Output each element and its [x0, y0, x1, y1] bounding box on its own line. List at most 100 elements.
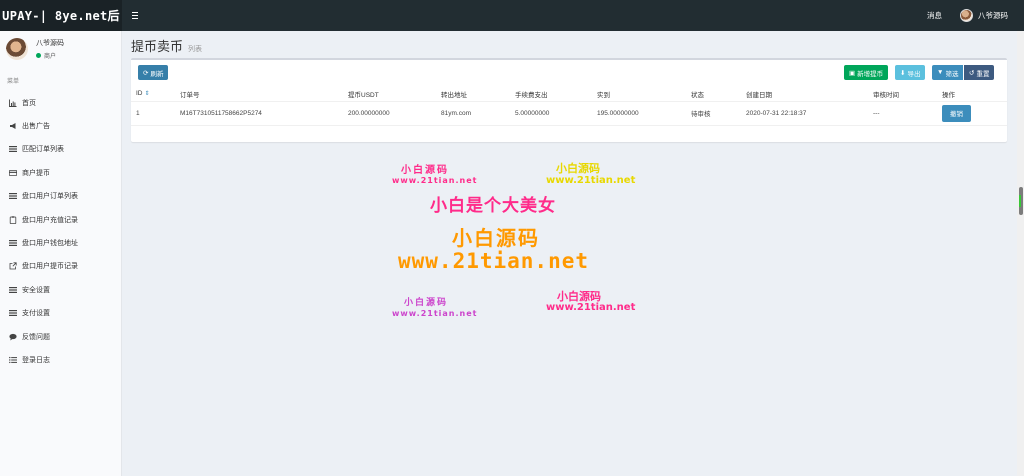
watermark-slogan: 小白是个大美女 [430, 196, 556, 216]
user-panel-name: 八爷源码 [36, 40, 64, 47]
filter-icon: ▼ [937, 69, 944, 76]
comment-icon [9, 333, 17, 341]
column-header: 状态 [686, 87, 741, 102]
save-icon: ▣ [849, 69, 856, 77]
sidebar-item-label: 匹配订单列表 [22, 146, 64, 154]
cell-created: 2020-07-31 22:18:37 [741, 101, 868, 126]
top-navbar: UPAY-| 8ye.net后 消息 八爷源码 [0, 0, 1024, 31]
sidebar-item-user-orders[interactable]: 盘口用户订单列表 [0, 185, 121, 208]
watermark-url: www.21tian.net [546, 302, 636, 313]
user-panel: 八爷源码 商户 [0, 31, 121, 67]
content-header: 提币卖币 列表 [131, 36, 202, 55]
bar-chart-icon [9, 99, 17, 107]
sidebar-item-label: 盘口用户钱包地址 [22, 240, 78, 248]
cancel-button[interactable]: 撤销 [942, 104, 971, 122]
external-link-icon [9, 262, 17, 270]
messages-link[interactable]: 消息 [915, 10, 954, 21]
column-header: 审核时间 [868, 87, 937, 102]
filter-label: 筛选 [945, 70, 959, 78]
add-label: 新增提币 [857, 70, 884, 78]
sidebar-item-label: 登录日志 [22, 356, 50, 364]
sidebar-item-home[interactable]: 首页 [0, 91, 121, 114]
table-header-row: ID ⇕ 订单号 提币USDT 转出地址 手续费支出 实到 状态 创建日期 审核时… [131, 87, 1007, 102]
page-title: 提币卖币 [131, 39, 184, 54]
user-menu[interactable]: 八爷源码 [954, 9, 1024, 22]
sidebar-item-security[interactable]: 安全设置 [0, 278, 121, 301]
sidebar-item-merchant-withdraw[interactable]: 商户提币 [0, 161, 121, 184]
page-scrollbar[interactable] [1017, 31, 1024, 476]
refresh-label: 刷新 [150, 70, 164, 78]
column-header: 实到 [592, 87, 686, 102]
sidebar-item-user-recharge[interactable]: 盘口用户充值记录 [0, 208, 121, 231]
sidebar-item-label: 商户提币 [22, 169, 50, 177]
brand-logo[interactable]: UPAY-| 8ye.net后 [0, 0, 122, 31]
sidebar-item-sell-ads[interactable]: 出售广告 [0, 114, 121, 137]
list-icon [9, 286, 17, 294]
list-icon [9, 192, 17, 200]
cell-fee: 5.00000000 [510, 101, 592, 126]
column-header-label: ID [136, 90, 143, 98]
refresh-button[interactable]: ⟳ 刷新 [138, 65, 169, 80]
sort-icon[interactable]: ⇕ [145, 91, 150, 97]
export-button[interactable]: ⬇ 导出 [895, 65, 926, 80]
list-icon [9, 309, 17, 317]
bullhorn-icon [9, 122, 17, 130]
sidebar-item-label: 支付设置 [22, 310, 50, 318]
cell-address: 81ym.com [436, 101, 510, 126]
watermark-text: 小白源码 [401, 165, 449, 176]
undo-icon: ↺ [969, 69, 975, 77]
menu-header: 菜单 [7, 79, 20, 85]
filter-button[interactable]: ▼ 筛选 [932, 65, 964, 80]
sidebar-item-label: 出售广告 [22, 123, 50, 131]
withdraw-table: ID ⇕ 订单号 提币USDT 转出地址 手续费支出 实到 状态 创建日期 审核时… [131, 87, 1007, 126]
watermark-url: www.21tian.net [392, 176, 478, 185]
list-icon [9, 145, 17, 153]
watermark-url: www.21tian.net [546, 175, 636, 186]
add-withdraw-button[interactable]: ▣ 新增提币 [844, 65, 889, 80]
download-icon: ⬇ [900, 69, 906, 77]
refresh-icon: ⟳ [143, 69, 149, 77]
column-header-id[interactable]: ID ⇕ [131, 87, 175, 102]
cell-actual: 195.00000000 [592, 101, 686, 126]
watermark-url: www.21tian.net [392, 309, 478, 318]
user-role: 商户 [44, 54, 57, 60]
column-header: 订单号 [175, 87, 343, 102]
list-ul-icon [9, 356, 17, 364]
reset-label: 重置 [976, 70, 990, 78]
sidebar-menu: 首页 出售广告 匹配订单列表 商户提币 盘口用户订单列表 盘口用户充值记录 盘口… [0, 91, 121, 372]
list-panel: ⟳ 刷新 ▣ 新增提币 ⬇ 导出 ▼ 筛选 ↺ 重置 ID ⇕ 订单号 提币USDT 转出地… [131, 58, 1007, 142]
column-header: 提币USDT [343, 87, 436, 102]
column-header: 转出地址 [436, 87, 510, 102]
list-icon [9, 239, 17, 247]
cell-status: 待审核 [686, 101, 741, 126]
sidebar-item-feedback[interactable]: 反馈问题 [0, 325, 121, 348]
watermark-text: 小白源码 [452, 226, 540, 250]
sidebar-toggle-icon[interactable] [132, 8, 148, 24]
sidebar-item-login-log[interactable]: 登录日志 [0, 348, 121, 371]
cell-reviewed: --- [868, 101, 937, 126]
sidebar: 八爷源码 商户 菜单 首页 出售广告 匹配订单列表 商户提币 盘口用户订单列表 … [0, 31, 122, 476]
sidebar-item-match-orders[interactable]: 匹配订单列表 [0, 138, 121, 161]
user-menu-name: 八爷源码 [978, 11, 1008, 20]
cell-id: 1 [131, 101, 175, 126]
clipboard-icon [9, 215, 17, 224]
reset-button[interactable]: ↺ 重置 [964, 65, 995, 80]
cell-order-no: M16T7310511758662P5274 [175, 101, 343, 126]
avatar [960, 9, 973, 22]
table-row: 1 M16T7310511758662P5274 200.00000000 81… [131, 101, 1007, 126]
sidebar-item-label: 首页 [22, 99, 36, 107]
column-header: 手续费支出 [510, 87, 592, 102]
sidebar-item-label: 盘口用户订单列表 [22, 193, 78, 201]
online-status-icon [36, 53, 41, 58]
export-label: 导出 [907, 70, 921, 78]
sidebar-item-user-wallet[interactable]: 盘口用户钱包地址 [0, 231, 121, 254]
sidebar-item-label: 盘口用户充值记录 [22, 216, 78, 224]
sidebar-item-user-withdraw[interactable]: 盘口用户提币记录 [0, 255, 121, 278]
credit-card-icon [9, 169, 17, 177]
sidebar-item-label: 安全设置 [22, 286, 50, 294]
watermark-url: www.21tian.net [398, 249, 590, 273]
sidebar-item-payment[interactable]: 支付设置 [0, 302, 121, 325]
scroll-indicator [1019, 195, 1021, 207]
sidebar-item-label: 反馈问题 [22, 333, 50, 341]
sidebar-item-label: 盘口用户提币记录 [22, 263, 78, 271]
